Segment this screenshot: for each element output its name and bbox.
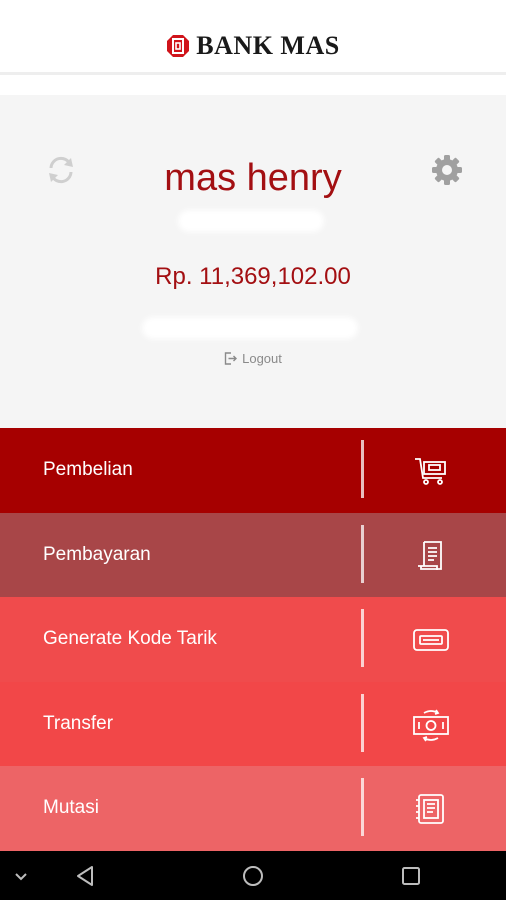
chevron-down-icon[interactable] <box>8 863 34 889</box>
menu-item-label: Generate Kode Tarik <box>43 628 217 650</box>
menu-item-label: Transfer <box>43 712 114 734</box>
brand: BANK MAS <box>166 31 339 61</box>
menu-item-label: Mutasi <box>43 797 99 819</box>
money-transfer-icon <box>413 709 449 741</box>
android-nav-bar <box>0 851 506 900</box>
logout-link[interactable]: Logout <box>0 351 506 366</box>
menu-item-pembelian[interactable]: Pembelian <box>0 428 506 513</box>
home-icon[interactable] <box>240 863 266 889</box>
main-menu: Pembelian Pembayaran Generate Kode Tarik <box>0 428 506 851</box>
cart-icon <box>415 458 446 485</box>
back-icon[interactable] <box>72 863 98 889</box>
statement-icon <box>416 794 444 824</box>
card-icon <box>413 629 449 651</box>
menu-divider <box>361 693 364 752</box>
recents-icon[interactable] <box>398 863 424 889</box>
redacted-account-info <box>142 317 358 339</box>
menu-item-pembayaran[interactable]: Pembayaran <box>0 512 506 597</box>
user-name: mas henry <box>164 157 342 199</box>
app-header: BANK MAS <box>0 0 506 75</box>
profile-panel: mas henry Rp. 11,369,102.00 Logout <box>0 95 506 428</box>
menu-item-generate-kode-tarik[interactable]: Generate Kode Tarik <box>0 597 506 682</box>
receipt-icon <box>418 540 442 570</box>
menu-divider <box>361 778 364 836</box>
menu-divider <box>361 524 364 583</box>
menu-divider <box>361 440 364 498</box>
logout-label: Logout <box>242 351 282 366</box>
brand-name: BANK MAS <box>196 31 340 60</box>
bank-logo-icon <box>167 35 190 57</box>
menu-divider <box>361 609 364 667</box>
menu-item-label: Pembelian <box>43 459 133 481</box>
menu-item-transfer[interactable]: Transfer <box>0 681 506 766</box>
logout-icon <box>224 352 238 365</box>
menu-item-label: Pembayaran <box>43 543 151 565</box>
account-balance: Rp. 11,369,102.00 <box>155 263 351 290</box>
menu-item-mutasi[interactable]: Mutasi <box>0 766 506 851</box>
redacted-account-number <box>178 210 324 232</box>
